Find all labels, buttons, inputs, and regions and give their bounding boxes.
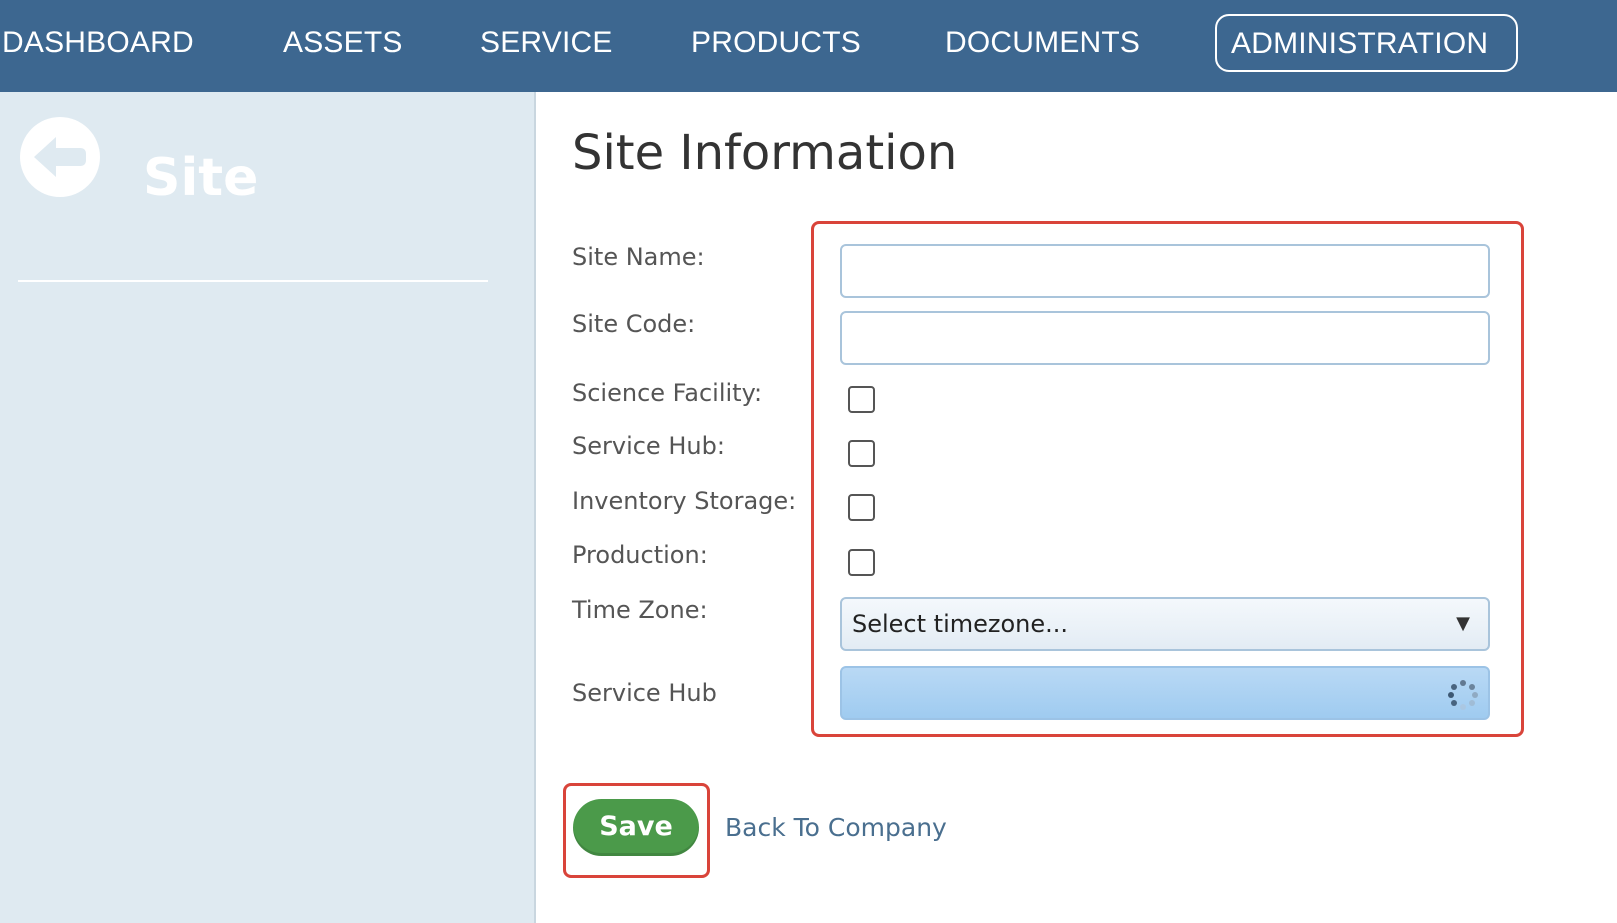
sidebar-title: Site <box>143 148 259 208</box>
form-fields-highlight <box>811 221 1524 737</box>
service-hub-select[interactable] <box>840 666 1490 720</box>
back-button[interactable] <box>20 117 100 197</box>
nav-products[interactable]: PRODUCTS <box>691 0 861 86</box>
nav-service[interactable]: SERVICE <box>480 0 613 86</box>
site-name-label: Site Name: <box>572 243 705 271</box>
spinner-icon <box>1448 680 1478 710</box>
inventory-storage-checkbox[interactable] <box>848 494 875 521</box>
sidebar-divider <box>18 280 488 282</box>
science-facility-checkbox[interactable] <box>848 386 875 413</box>
site-code-input[interactable] <box>840 311 1490 365</box>
production-checkbox[interactable] <box>848 549 875 576</box>
service-hub-checkbox[interactable] <box>848 440 875 467</box>
nav-dashboard[interactable]: DASHBOARD <box>2 0 194 86</box>
time-zone-selected-value: Select timezone... <box>852 610 1069 638</box>
production-label: Production: <box>572 541 708 569</box>
nav-administration[interactable]: ADMINISTRATION <box>1215 14 1518 72</box>
page-title: Site Information <box>572 125 958 181</box>
nav-documents[interactable]: DOCUMENTS <box>945 0 1140 86</box>
service-hub-select-label: Service Hub <box>572 679 717 707</box>
time-zone-select[interactable]: Select timezone... ▼ <box>840 597 1490 651</box>
back-to-company-link[interactable]: Back To Company <box>725 813 947 842</box>
inventory-storage-label: Inventory Storage: <box>572 487 797 515</box>
nav-assets[interactable]: ASSETS <box>283 0 403 86</box>
site-name-input[interactable] <box>840 244 1490 298</box>
time-zone-label: Time Zone: <box>572 596 708 624</box>
save-button[interactable]: Save <box>573 799 699 856</box>
sidebar <box>0 92 536 923</box>
science-facility-label: Science Facility: <box>572 379 763 407</box>
top-nav: DASHBOARD ASSETS SERVICE PRODUCTS DOCUME… <box>0 0 1617 92</box>
chevron-down-icon: ▼ <box>1456 613 1470 634</box>
site-code-label: Site Code: <box>572 310 696 338</box>
arrow-left-circle-icon <box>34 137 86 177</box>
service-hub-check-label: Service Hub: <box>572 432 725 460</box>
